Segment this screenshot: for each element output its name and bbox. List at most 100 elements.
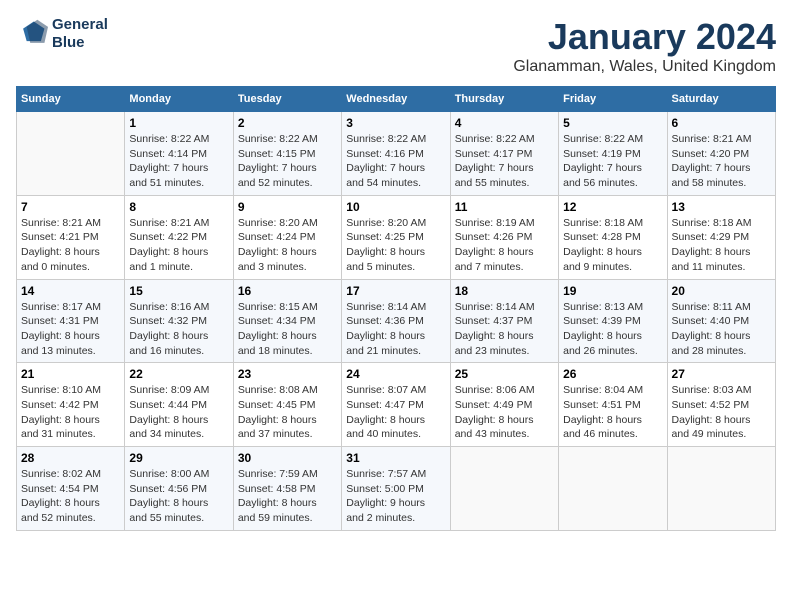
title-area: January 2024 Glanamman, Wales, United Ki… [513, 16, 776, 76]
calendar-cell: 12Sunrise: 8:18 AMSunset: 4:28 PMDayligh… [559, 195, 667, 279]
day-info: Sunrise: 8:04 AMSunset: 4:51 PMDaylight:… [563, 383, 662, 442]
day-info: Sunrise: 8:21 AMSunset: 4:21 PMDaylight:… [21, 216, 120, 275]
day-number: 25 [455, 367, 554, 381]
day-info: Sunrise: 8:09 AMSunset: 4:44 PMDaylight:… [129, 383, 228, 442]
day-info: Sunrise: 8:08 AMSunset: 4:45 PMDaylight:… [238, 383, 337, 442]
day-info: Sunrise: 8:16 AMSunset: 4:32 PMDaylight:… [129, 300, 228, 359]
calendar-cell [667, 447, 775, 531]
calendar-cell: 24 Sunrise: 8:07 AMSunset: 4:47 PMDayligh… [342, 363, 450, 447]
calendar-cell: 13 Sunrise: 8:18 AMSunset: 4:29 PMDayligh… [667, 195, 775, 279]
day-number: 23 [238, 367, 337, 381]
day-info: Sunrise: 8:20 AMSunset: 4:25 PMDaylight:… [346, 216, 445, 275]
day-info: Sunrise: 8:13 AMSunset: 4:39 PMDaylight:… [563, 300, 662, 359]
day-number: 30 [238, 451, 337, 465]
day-info: Sunrise: 8:15 AMSunset: 4:34 PMDaylight:… [238, 300, 337, 359]
day-number: 26 [563, 367, 662, 381]
calendar-cell: 15 Sunrise: 8:16 AMSunset: 4:32 PMDayligh… [125, 279, 233, 363]
calendar-cell: 10Sunrise: 8:20 AMSunset: 4:25 PMDayligh… [342, 195, 450, 279]
calendar-cell: 9Sunrise: 8:20 AMSunset: 4:24 PMDaylight… [233, 195, 341, 279]
calendar-header-thursday: Thursday [450, 87, 558, 112]
day-number: 7 [21, 200, 120, 214]
calendar-week-5: 28 Sunrise: 8:02 AMSunset: 4:54 PMDayligh… [17, 447, 776, 531]
calendar-cell: 8 Sunrise: 8:21 AMSunset: 4:22 PMDaylight… [125, 195, 233, 279]
day-number: 4 [455, 116, 554, 130]
day-info: Sunrise: 8:20 AMSunset: 4:24 PMDaylight:… [238, 216, 337, 275]
logo: General Blue [16, 16, 108, 52]
calendar-week-1: 1 Sunrise: 8:22 AMSunset: 4:14 PMDaylight… [17, 112, 776, 196]
day-number: 3 [346, 116, 445, 130]
day-info: Sunrise: 8:00 AMSunset: 4:56 PMDaylight:… [129, 467, 228, 526]
calendar-cell: 1 Sunrise: 8:22 AMSunset: 4:14 PMDaylight… [125, 112, 233, 196]
day-info: Sunrise: 8:02 AMSunset: 4:54 PMDaylight:… [21, 467, 120, 526]
day-info: Sunrise: 7:59 AMSunset: 4:58 PMDaylight:… [238, 467, 337, 526]
calendar-cell: 29 Sunrise: 8:00 AMSunset: 4:56 PMDayligh… [125, 447, 233, 531]
calendar-week-2: 7 Sunrise: 8:21 AMSunset: 4:21 PMDaylight… [17, 195, 776, 279]
day-info: Sunrise: 8:07 AMSunset: 4:47 PMDaylight:… [346, 383, 445, 442]
calendar-cell: 5 Sunrise: 8:22 AMSunset: 4:19 PMDaylight… [559, 112, 667, 196]
calendar-week-3: 14Sunrise: 8:17 AMSunset: 4:31 PMDayligh… [17, 279, 776, 363]
calendar-cell [17, 112, 125, 196]
day-info: Sunrise: 8:22 AMSunset: 4:15 PMDaylight:… [238, 132, 337, 191]
day-number: 22 [129, 367, 228, 381]
day-number: 2 [238, 116, 337, 130]
day-info: Sunrise: 8:22 AMSunset: 4:14 PMDaylight:… [129, 132, 228, 191]
day-number: 20 [672, 284, 771, 298]
calendar-cell: 27 Sunrise: 8:03 AMSunset: 4:52 PMDayligh… [667, 363, 775, 447]
day-number: 18 [455, 284, 554, 298]
calendar-cell: 11Sunrise: 8:19 AMSunset: 4:26 PMDayligh… [450, 195, 558, 279]
day-number: 27 [672, 367, 771, 381]
calendar-cell: 30 Sunrise: 7:59 AMSunset: 4:58 PMDayligh… [233, 447, 341, 531]
day-info: Sunrise: 8:11 AMSunset: 4:40 PMDaylight:… [672, 300, 771, 359]
calendar-cell: 6Sunrise: 8:21 AMSunset: 4:20 PMDaylight… [667, 112, 775, 196]
calendar-table: SundayMondayTuesdayWednesdayThursdayFrid… [16, 86, 776, 531]
day-number: 11 [455, 200, 554, 214]
day-info: Sunrise: 7:57 AMSunset: 5:00 PMDaylight:… [346, 467, 445, 526]
day-info: Sunrise: 8:22 AMSunset: 4:19 PMDaylight:… [563, 132, 662, 191]
calendar-cell: 3 Sunrise: 8:22 AMSunset: 4:16 PMDaylight… [342, 112, 450, 196]
day-info: Sunrise: 8:22 AMSunset: 4:16 PMDaylight:… [346, 132, 445, 191]
day-info: Sunrise: 8:18 AMSunset: 4:28 PMDaylight:… [563, 216, 662, 275]
day-number: 21 [21, 367, 120, 381]
day-number: 28 [21, 451, 120, 465]
calendar-cell: 21 Sunrise: 8:10 AMSunset: 4:42 PMDayligh… [17, 363, 125, 447]
day-info: Sunrise: 8:21 AMSunset: 4:22 PMDaylight:… [129, 216, 228, 275]
calendar-cell: 23 Sunrise: 8:08 AMSunset: 4:45 PMDayligh… [233, 363, 341, 447]
main-title: January 2024 [513, 16, 776, 58]
calendar-header-wednesday: Wednesday [342, 87, 450, 112]
day-number: 31 [346, 451, 445, 465]
subtitle: Glanamman, Wales, United Kingdom [513, 58, 776, 76]
calendar-cell: 26 Sunrise: 8:04 AMSunset: 4:51 PMDayligh… [559, 363, 667, 447]
day-info: Sunrise: 8:14 AMSunset: 4:37 PMDaylight:… [455, 300, 554, 359]
calendar-cell: 18 Sunrise: 8:14 AMSunset: 4:37 PMDayligh… [450, 279, 558, 363]
calendar-cell: 17 Sunrise: 8:14 AMSunset: 4:36 PMDayligh… [342, 279, 450, 363]
calendar-week-4: 21 Sunrise: 8:10 AMSunset: 4:42 PMDayligh… [17, 363, 776, 447]
day-number: 19 [563, 284, 662, 298]
day-info: Sunrise: 8:14 AMSunset: 4:36 PMDaylight:… [346, 300, 445, 359]
calendar-cell: 7 Sunrise: 8:21 AMSunset: 4:21 PMDaylight… [17, 195, 125, 279]
day-info: Sunrise: 8:22 AMSunset: 4:17 PMDaylight:… [455, 132, 554, 191]
day-info: Sunrise: 8:18 AMSunset: 4:29 PMDaylight:… [672, 216, 771, 275]
day-number: 29 [129, 451, 228, 465]
logo-text: General Blue [52, 16, 108, 52]
calendar-cell: 4 Sunrise: 8:22 AMSunset: 4:17 PMDaylight… [450, 112, 558, 196]
day-number: 13 [672, 200, 771, 214]
logo-line1: General [52, 16, 108, 34]
calendar-cell: 20 Sunrise: 8:11 AMSunset: 4:40 PMDayligh… [667, 279, 775, 363]
day-number: 17 [346, 284, 445, 298]
day-number: 8 [129, 200, 228, 214]
logo-line2: Blue [52, 34, 108, 52]
calendar-header-friday: Friday [559, 87, 667, 112]
day-number: 15 [129, 284, 228, 298]
day-info: Sunrise: 8:06 AMSunset: 4:49 PMDaylight:… [455, 383, 554, 442]
day-number: 5 [563, 116, 662, 130]
day-number: 24 [346, 367, 445, 381]
day-info: Sunrise: 8:21 AMSunset: 4:20 PMDaylight:… [672, 132, 771, 191]
day-info: Sunrise: 8:03 AMSunset: 4:52 PMDaylight:… [672, 383, 771, 442]
day-info: Sunrise: 8:17 AMSunset: 4:31 PMDaylight:… [21, 300, 120, 359]
calendar-cell: 22 Sunrise: 8:09 AMSunset: 4:44 PMDayligh… [125, 363, 233, 447]
calendar-cell: 25 Sunrise: 8:06 AMSunset: 4:49 PMDayligh… [450, 363, 558, 447]
calendar-header-tuesday: Tuesday [233, 87, 341, 112]
day-number: 1 [129, 116, 228, 130]
calendar-cell: 31 Sunrise: 7:57 AMSunset: 5:00 PMDayligh… [342, 447, 450, 531]
day-info: Sunrise: 8:10 AMSunset: 4:42 PMDaylight:… [21, 383, 120, 442]
